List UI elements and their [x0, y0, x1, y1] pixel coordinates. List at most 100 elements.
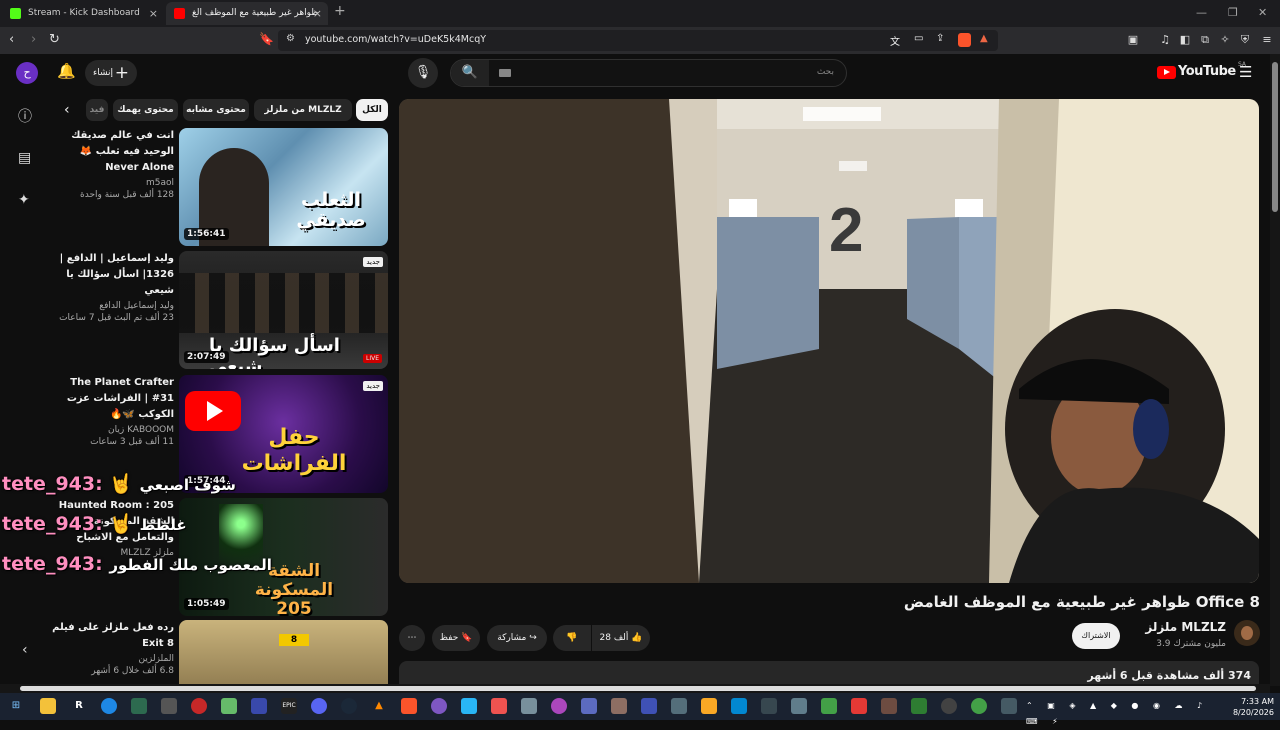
close-tab-icon[interactable]: ×	[149, 2, 158, 25]
info-icon[interactable]: ⓘ	[18, 106, 32, 126]
horizontal-scrollbar[interactable]	[0, 684, 1270, 693]
app-icon[interactable]	[161, 698, 177, 714]
notifications-icon[interactable]: 🔔	[57, 62, 76, 80]
tray-icons[interactable]: ⌃ ▣ ◈ ▲ ◆ ● ◉ ☁ ♪ ⌨ ⚡	[1026, 698, 1226, 726]
rec-title[interactable]: رده فعل ملزلز على فيلم Exit 8	[50, 620, 174, 652]
app-icon[interactable]	[971, 698, 987, 714]
minimize-icon[interactable]: —	[1196, 6, 1207, 19]
app-icon[interactable]	[191, 698, 207, 714]
app-icon[interactable]	[731, 698, 747, 714]
like-button[interactable]: 28 ألف 👍	[592, 625, 650, 651]
windows-start-icon[interactable]: ⊞	[8, 698, 24, 714]
app-icon[interactable]	[941, 698, 957, 714]
create-button[interactable]: إنشاء +	[85, 60, 137, 86]
voice-search-button[interactable]: 🎙	[408, 58, 438, 88]
search-button[interactable]: 🔍	[451, 60, 489, 86]
rec-thumbnail[interactable]: 8	[179, 620, 388, 684]
rec-title[interactable]: انت في عالم صديقك الوحيد فيه ثعلب 🦊 Neve…	[50, 128, 174, 176]
app-icon[interactable]	[461, 698, 477, 714]
app-icon[interactable]	[251, 698, 267, 714]
rec-channel[interactable]: KABOOOM زيان	[50, 425, 174, 435]
chip-from-channel[interactable]: من ملزلز MLZLZ	[254, 99, 352, 121]
sparkle-icon[interactable]: ✦	[18, 192, 30, 208]
media-icon[interactable]: ♫	[1158, 33, 1172, 47]
close-tab-icon[interactable]: ×	[313, 2, 322, 25]
vlc-icon[interactable]: ▲	[371, 698, 387, 714]
keyboard-icon[interactable]	[499, 69, 511, 77]
bookmark-icon[interactable]: 🔖	[259, 32, 274, 46]
recommendation-item[interactable]: رده فعل ملزلز على فيلم Exit 8 الملزلزين …	[50, 620, 390, 684]
back-icon[interactable]: ‹	[9, 32, 14, 47]
chip-more[interactable]: فيد	[86, 99, 108, 121]
scrollbar-thumb[interactable]	[1272, 62, 1278, 212]
reload-icon[interactable]: ↻	[49, 32, 60, 47]
app-icon[interactable]	[431, 698, 447, 714]
steam-icon[interactable]	[341, 698, 357, 714]
app-icon[interactable]	[581, 698, 597, 714]
app-icon[interactable]	[791, 698, 807, 714]
brave-icon[interactable]	[401, 698, 417, 714]
translate-icon[interactable]: 文	[890, 33, 900, 48]
app-icon[interactable]	[491, 698, 507, 714]
app-icon[interactable]	[821, 698, 837, 714]
app-icon[interactable]	[101, 698, 117, 714]
app-icon[interactable]	[701, 698, 717, 714]
browser-menu-icon[interactable]: ≡	[1260, 33, 1274, 47]
video-player[interactable]: 2	[399, 99, 1259, 583]
channel-avatar[interactable]	[1234, 620, 1260, 646]
search-input[interactable]: بحث	[817, 67, 834, 77]
share-button[interactable]: مشاركة ↪	[487, 625, 547, 651]
rec-channel[interactable]: وليد إسماعيل الدافع	[50, 301, 174, 311]
tab-youtube[interactable]: ظواهر غير طبيعية مع الموظف الغ ×	[166, 2, 328, 25]
chip-all[interactable]: الكل	[356, 99, 388, 121]
app-r-icon[interactable]: R	[71, 698, 87, 714]
file-explorer-icon[interactable]	[40, 698, 56, 714]
address-bar[interactable]: ⚙ youtube.com/watch?v=uDeK5k4McqY 文 ▭ ⇪ …	[278, 30, 998, 51]
save-button[interactable]: حفظ 🔖	[432, 625, 480, 651]
app-icon[interactable]	[521, 698, 537, 714]
app-icon[interactable]	[911, 698, 927, 714]
chip-for-you[interactable]: محتوى يهمك	[113, 99, 178, 121]
close-window-icon[interactable]: ✕	[1258, 6, 1267, 19]
site-info-icon[interactable]: ⚙	[286, 33, 295, 44]
avatar[interactable]: ح	[16, 62, 38, 84]
rec-title[interactable]: وليد إسماعيل | الدافع | 1326| اسأل سؤالك…	[50, 251, 174, 299]
dislike-button[interactable]: 👎	[553, 625, 591, 651]
hamburger-menu-icon[interactable]: ☰	[1239, 63, 1252, 81]
vertical-scrollbar[interactable]	[1270, 54, 1280, 686]
maximize-icon[interactable]: ❐	[1228, 6, 1238, 19]
chip-related[interactable]: محتوى مشابه	[183, 99, 249, 121]
scrollbar-thumb[interactable]	[20, 686, 1256, 691]
chat-icon[interactable]: ▤	[18, 150, 31, 166]
search-bar[interactable]: 🔍 بحث	[450, 59, 847, 87]
app-icon[interactable]	[851, 698, 867, 714]
share-icon[interactable]: ⇪	[936, 33, 944, 44]
brave-shield-icon[interactable]	[958, 33, 971, 47]
taskbar-clock[interactable]: 7:33 AM 8/20/2026	[1232, 696, 1274, 718]
rec-channel[interactable]: m5aol	[50, 178, 174, 188]
wallet-icon[interactable]: ▣	[1126, 33, 1140, 47]
new-tab-icon[interactable]: +	[334, 3, 346, 19]
collapse-arrow-icon[interactable]: ‹	[22, 642, 28, 658]
app-icon[interactable]	[551, 698, 567, 714]
app-icon[interactable]	[881, 698, 897, 714]
rec-title[interactable]: The Planet Crafter #31 | الفراشات عزت ال…	[50, 375, 174, 423]
recommendation-item[interactable]: انت في عالم صديقك الوحيد فيه ثعلب 🦊 Neve…	[50, 128, 390, 246]
leo-icon[interactable]: ✧	[1218, 33, 1232, 47]
app-icon[interactable]	[131, 698, 147, 714]
extensions-icon[interactable]: ⧉	[1198, 33, 1212, 47]
app-icon[interactable]	[671, 698, 687, 714]
rec-thumbnail[interactable]: اسأل سؤالك يا شيعي جديد LIVE 2:07:49	[179, 251, 388, 369]
discord-icon[interactable]	[311, 698, 327, 714]
app-icon[interactable]	[221, 698, 237, 714]
tab-kick-dashboard[interactable]: Stream - Kick Dashboard ×	[2, 2, 164, 25]
app-icon[interactable]	[761, 698, 777, 714]
brave-rewards-icon[interactable]: ▲	[980, 33, 988, 44]
recommendation-item[interactable]: وليد إسماعيل | الدافع | 1326| اسأل سؤالك…	[50, 251, 390, 369]
forward-icon[interactable]: ›	[31, 32, 36, 47]
app-icon[interactable]	[641, 698, 657, 714]
app-icon[interactable]	[611, 698, 627, 714]
vpn-icon[interactable]: ⛨	[1238, 33, 1252, 47]
rec-thumbnail[interactable]: الثعلب صديقي 1:56:41	[179, 128, 388, 246]
cast-icon[interactable]: ▭	[914, 33, 923, 44]
